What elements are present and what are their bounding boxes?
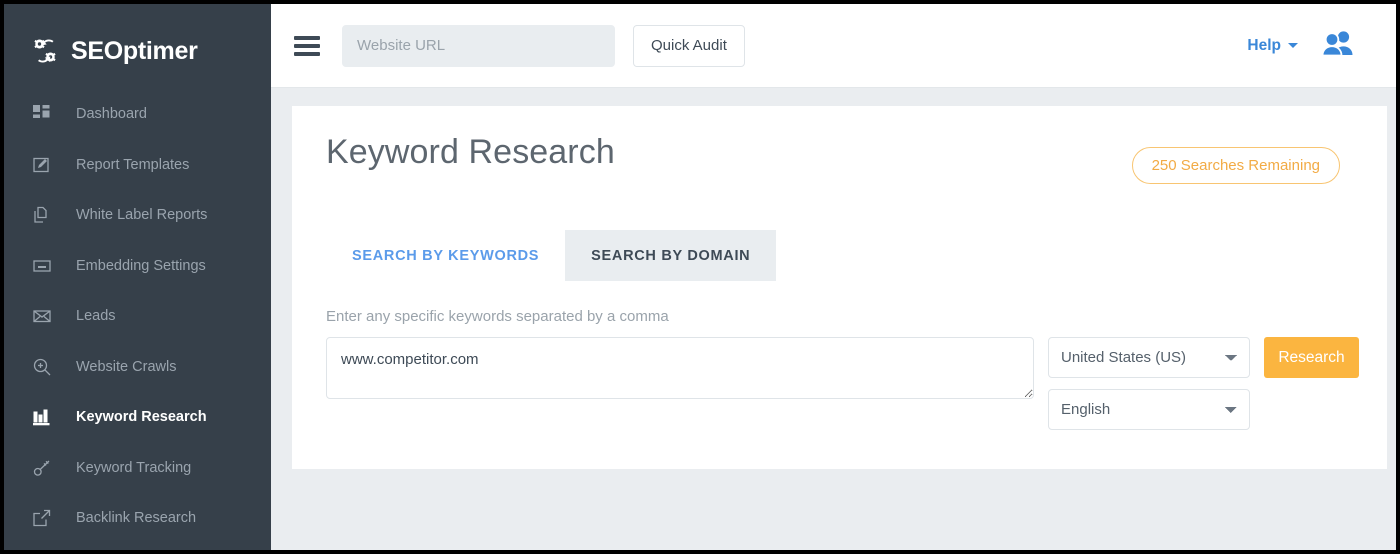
- gear-arrows-logo-icon: [30, 35, 62, 67]
- hamburger-icon[interactable]: [294, 36, 320, 56]
- sidebar-item-website-crawls[interactable]: Website Crawls: [4, 342, 271, 393]
- quick-audit-button[interactable]: Quick Audit: [633, 25, 745, 67]
- envelope-icon: [32, 306, 52, 326]
- embed-box-icon: [32, 256, 52, 276]
- sidebar-item-label: Report Templates: [76, 157, 189, 173]
- tab-search-by-keywords[interactable]: SEARCH BY KEYWORDS: [326, 230, 565, 281]
- sidebar: SEOptimer Dashboard: [4, 4, 271, 550]
- users-icon[interactable]: [1322, 30, 1356, 61]
- keyword-research-card: Keyword Research 250 Searches Remaining …: [292, 106, 1387, 469]
- sidebar-item-keyword-tracking[interactable]: Keyword Tracking: [4, 443, 271, 494]
- country-select[interactable]: United States (US): [1048, 337, 1250, 378]
- sidebar-item-label: Dashboard: [76, 106, 147, 122]
- chevron-down-icon: [1288, 43, 1298, 48]
- searches-remaining-badge[interactable]: 250 Searches Remaining: [1132, 147, 1340, 184]
- magnifier-plus-icon: [32, 357, 52, 377]
- sidebar-item-label: Embedding Settings: [76, 258, 206, 274]
- bar-chart-icon: [32, 407, 52, 427]
- keywords-label: Enter any specific keywords separated by…: [326, 308, 1387, 325]
- hamburger-bar: [294, 36, 320, 40]
- brand-logo[interactable]: SEOptimer: [4, 4, 271, 76]
- keywords-input[interactable]: [326, 337, 1034, 399]
- brand-name: SEOptimer: [71, 37, 198, 66]
- copy-documents-icon: [32, 205, 52, 225]
- hamburger-bar: [294, 52, 320, 56]
- sidebar-item-label: Leads: [76, 308, 116, 324]
- language-select[interactable]: English: [1048, 389, 1250, 430]
- topbar: Quick Audit Help: [271, 4, 1396, 88]
- sidebar-item-embedding-settings[interactable]: Embedding Settings: [4, 241, 271, 292]
- research-button[interactable]: Research: [1264, 337, 1359, 378]
- sidebar-item-leads[interactable]: Leads: [4, 291, 271, 342]
- card-header: Keyword Research 250 Searches Remaining: [292, 106, 1387, 184]
- help-label: Help: [1247, 37, 1281, 55]
- sidebar-item-label: Backlink Research: [76, 510, 196, 526]
- search-mode-tabs: SEARCH BY KEYWORDS SEARCH BY DOMAIN: [292, 230, 1387, 281]
- search-form: Enter any specific keywords separated by…: [292, 281, 1387, 430]
- sidebar-item-dashboard[interactable]: Dashboard: [4, 89, 271, 140]
- sidebar-item-label: Keyword Tracking: [76, 460, 191, 476]
- topbar-actions: Help: [1247, 30, 1396, 61]
- app-window: SEOptimer Dashboard: [4, 4, 1396, 550]
- help-menu[interactable]: Help: [1247, 37, 1298, 55]
- sidebar-item-label: Website Crawls: [76, 359, 176, 375]
- sidebar-item-keyword-research[interactable]: Keyword Research: [4, 392, 271, 443]
- pencil-square-icon: [32, 155, 52, 175]
- hamburger-bar: [294, 44, 320, 48]
- external-link-icon: [32, 508, 52, 528]
- page-title: Keyword Research: [326, 133, 615, 172]
- sidebar-item-backlink-research[interactable]: Backlink Research: [4, 493, 271, 544]
- form-row: United States (US) English Research: [326, 337, 1387, 430]
- sidebar-item-report-templates[interactable]: Report Templates: [4, 140, 271, 191]
- tab-search-by-domain[interactable]: SEARCH BY DOMAIN: [565, 230, 776, 281]
- dashboard-grid-icon: [32, 104, 52, 124]
- sidebar-item-label: Keyword Research: [76, 409, 207, 425]
- sidebar-nav: Dashboard Report Templates: [4, 89, 271, 544]
- key-icon: [32, 458, 52, 478]
- sidebar-item-label: White Label Reports: [76, 207, 207, 223]
- website-url-input[interactable]: [342, 25, 615, 67]
- sidebar-item-white-label-reports[interactable]: White Label Reports: [4, 190, 271, 241]
- filter-selects: United States (US) English: [1048, 337, 1250, 430]
